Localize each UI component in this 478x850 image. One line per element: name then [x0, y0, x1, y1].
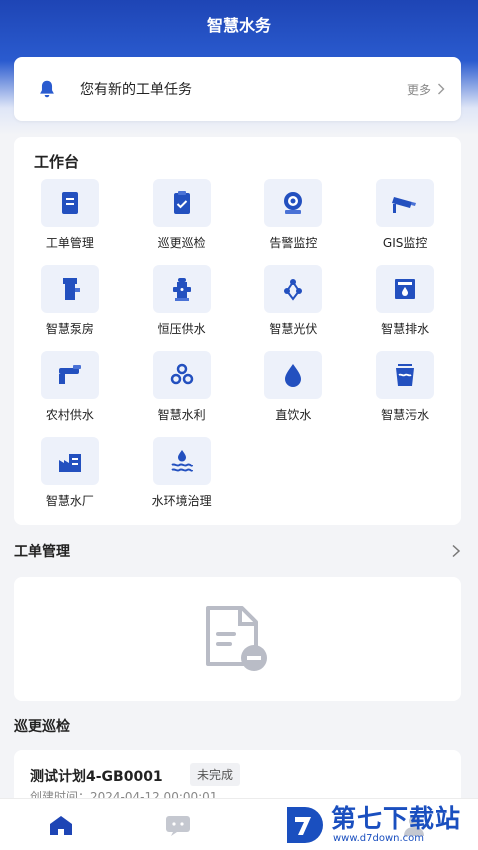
- grid-item-sewage[interactable]: 智慧污水: [349, 351, 461, 429]
- grid-label: 巡更巡检: [157, 236, 206, 250]
- grid-item-solar[interactable]: 智慧光伏: [238, 265, 350, 343]
- hexagons-icon: [170, 363, 193, 385]
- grid-label: 智慧污水: [381, 408, 430, 422]
- grid-label: GIS监控: [382, 236, 428, 250]
- drainage-icon: [395, 279, 416, 299]
- pump-room-icon: [62, 278, 80, 300]
- grid-item-alarm-monitor[interactable]: 告警监控: [238, 179, 350, 257]
- grid-label: 农村供水: [45, 408, 94, 422]
- workbench-title: 工作台: [34, 153, 80, 171]
- water-drop-icon: [285, 364, 302, 387]
- notice-more-link[interactable]: 更多: [407, 81, 445, 98]
- grid-label: 直饮水: [275, 408, 312, 422]
- watermark-text: 第七下载站: [331, 804, 462, 833]
- clipboard-check-icon: [173, 191, 190, 214]
- empty-document-icon: [205, 606, 267, 671]
- more-label: 更多: [406, 82, 431, 97]
- workbench-grid: 工单管理 巡更巡检 告警监控 GIS监控 智慧泵房 恒压供水 智慧光伏 智慧排水…: [14, 179, 461, 515]
- chevron-right-icon: [438, 83, 445, 95]
- solar-icon: [284, 279, 303, 301]
- alarm-camera-icon: [284, 192, 303, 214]
- grid-item-rural-water[interactable]: 农村供水: [14, 351, 126, 429]
- fire-hydrant-icon: [172, 278, 191, 301]
- app-title: 智慧水务: [206, 16, 271, 35]
- status-badge: 未完成: [190, 763, 241, 786]
- water-waves-icon: [171, 450, 193, 472]
- home-icon[interactable]: [47, 813, 75, 837]
- section-title: 巡更巡检: [14, 719, 70, 735]
- grid-item-constant-pressure[interactable]: 恒压供水: [126, 265, 238, 343]
- grid-item-water-environment[interactable]: 水环境治理: [126, 437, 238, 515]
- grid-item-water-conservancy[interactable]: 智慧水利: [126, 351, 238, 429]
- grid-label: 智慧排水: [381, 322, 430, 336]
- grid-label: 智慧水厂: [45, 494, 94, 508]
- notice-banner[interactable]: 您有新的工单任务 更多: [14, 57, 461, 121]
- work-order-section-header[interactable]: 工单管理: [14, 541, 461, 561]
- grid-item-water-plant[interactable]: 智慧水厂: [14, 437, 126, 515]
- grid-label: 智慧光伏: [269, 322, 318, 336]
- message-icon[interactable]: [164, 813, 192, 837]
- patrol-section-header: 巡更巡检: [14, 716, 461, 736]
- grid-label: 水环境治理: [151, 494, 212, 508]
- factory-icon: [58, 454, 81, 472]
- grid-item-drainage[interactable]: 智慧排水: [349, 265, 461, 343]
- bell-icon: [40, 80, 54, 98]
- grid-label: 告警监控: [269, 236, 318, 250]
- chevron-right-icon: [452, 544, 461, 558]
- d7down-logo-icon: [287, 807, 323, 843]
- grid-item-drinking-water[interactable]: 直饮水: [238, 351, 350, 429]
- sewage-bucket-icon: [396, 364, 415, 386]
- cctv-camera-icon: [392, 197, 417, 213]
- watermark-url: www.d7down.com: [333, 833, 425, 844]
- grid-label: 工单管理: [45, 236, 94, 250]
- grid-item-gis-monitor[interactable]: GIS监控: [349, 179, 461, 257]
- workbench-card: 工作台 工单管理 巡更巡检 告警监控 GIS监控 智慧泵房 恒压供水 智慧光伏: [14, 137, 461, 525]
- faucet-icon: [58, 365, 81, 384]
- patrol-plan-name: 测试计划4-GB0001: [30, 769, 163, 785]
- grid-item-work-order[interactable]: 工单管理: [14, 179, 126, 257]
- grid-label: 恒压供水: [157, 322, 206, 336]
- section-title: 工单管理: [14, 544, 70, 560]
- watermark: 第七下载站 www.d7down.com: [283, 800, 478, 850]
- work-order-empty-card: [14, 577, 461, 701]
- grid-label: 智慧水利: [157, 408, 206, 422]
- grid-label: 智慧泵房: [45, 322, 94, 336]
- work-order-icon: [61, 192, 78, 214]
- grid-item-patrol[interactable]: 巡更巡检: [126, 179, 238, 257]
- grid-item-pump-room[interactable]: 智慧泵房: [14, 265, 126, 343]
- notice-text: 您有新的工单任务: [80, 82, 192, 98]
